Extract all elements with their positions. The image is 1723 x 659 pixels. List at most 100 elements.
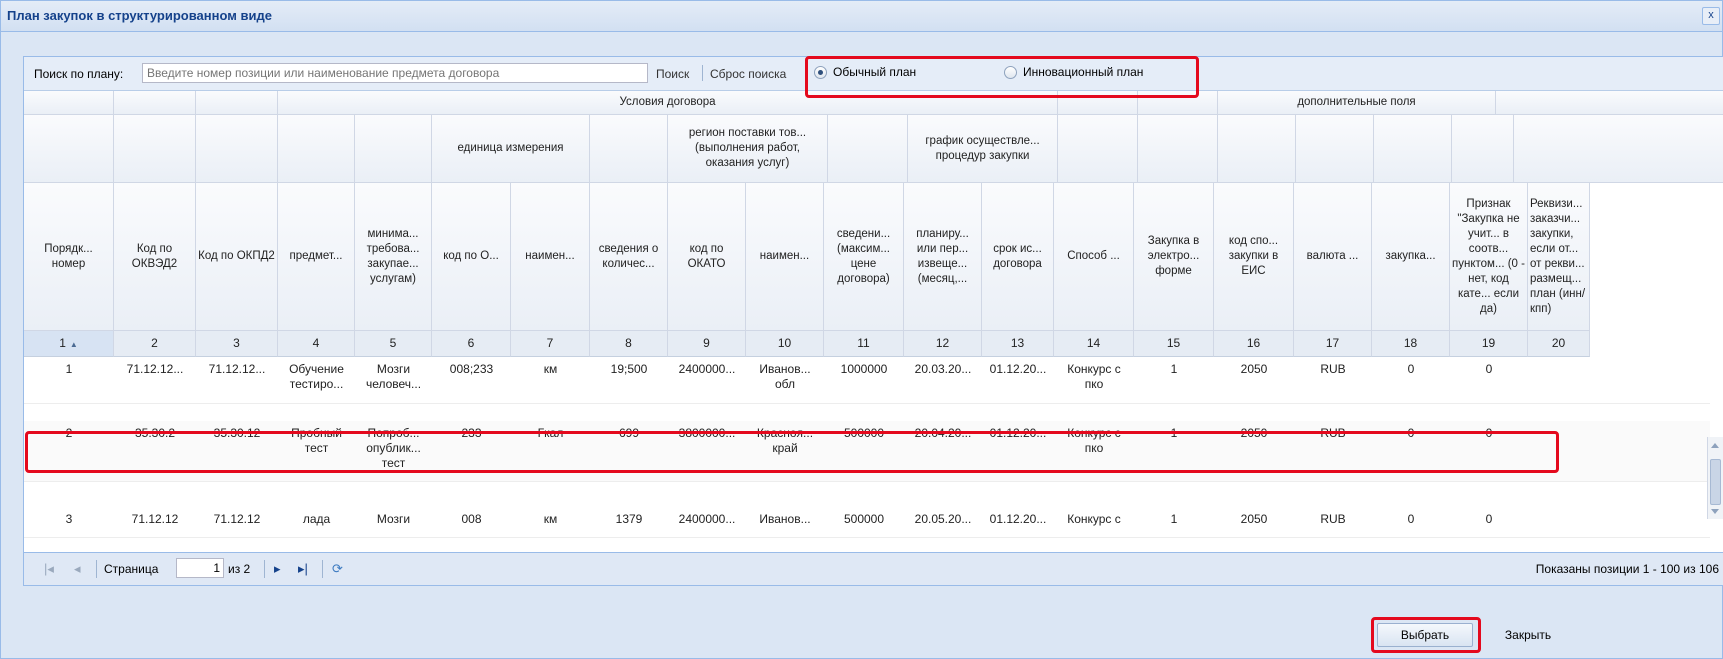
- table-cell: 500000: [843, 512, 885, 526]
- header-subgroup-blank: [1374, 115, 1452, 183]
- dialog-titlebar[interactable]: План закупок в структурированном виде x: [1, 1, 1722, 32]
- row-highlight: [25, 431, 1559, 473]
- column-number: 4: [312, 336, 320, 350]
- close-button[interactable]: Закрыть: [1485, 623, 1571, 647]
- reset-search-button[interactable]: Сброс поиска: [710, 67, 786, 81]
- grid-scrollbar[interactable]: [1707, 437, 1723, 519]
- table-cell: тестиро...: [289, 377, 344, 391]
- column-header[interactable]: Способ ...: [1054, 183, 1134, 331]
- column-header[interactable]: Признак "Закупка не учит... в соотв... п…: [1450, 183, 1528, 331]
- column-number-cell: 6: [432, 331, 511, 357]
- table-cell: 2050: [1240, 512, 1268, 526]
- plan-grid-panel: Поиск по плану: Поиск Сброс поиска Обычн…: [23, 56, 1723, 586]
- column-number: 13: [1010, 336, 1025, 350]
- column-number-cell: 14: [1054, 331, 1134, 357]
- column-header[interactable]: код по О...: [432, 183, 511, 331]
- column-header[interactable]: срок ис... договора: [982, 183, 1054, 331]
- page-number-input[interactable]: [176, 558, 224, 578]
- table-cell: пко: [1084, 377, 1104, 391]
- column-number: 11: [857, 336, 870, 350]
- table-cell: 0: [1407, 512, 1415, 526]
- column-number-cell: 11: [824, 331, 904, 357]
- column-number: 3: [233, 336, 240, 350]
- table-cell: Мозги: [376, 512, 411, 526]
- column-number-cell: 17: [1294, 331, 1372, 357]
- column-header[interactable]: Код по ОКВЭД2: [114, 183, 196, 331]
- table-cell: 01.12.20...: [989, 512, 1047, 526]
- column-header[interactable]: закупка...: [1372, 183, 1450, 331]
- column-number: 14: [1086, 336, 1101, 350]
- table-cell: 3: [65, 512, 73, 526]
- header-subgroup-blank: [590, 115, 668, 183]
- column-header[interactable]: Закупка в электро... форме: [1134, 183, 1214, 331]
- header-subgroup-blank: [1138, 115, 1218, 183]
- column-header[interactable]: код по ОКАТО: [668, 183, 746, 331]
- column-number: 18: [1403, 336, 1418, 350]
- table-cell: 1: [65, 362, 73, 376]
- column-number-cell: 1 ▲: [24, 331, 114, 357]
- column-header[interactable]: наимен...: [511, 183, 590, 331]
- header-group-extra-fields: дополнительные поля: [1218, 91, 1496, 115]
- table-cell: Конкурс с: [1067, 512, 1121, 526]
- search-input[interactable]: [142, 63, 648, 83]
- prev-page-icon[interactable]: ◂: [74, 561, 81, 577]
- header-subgroup-blank: [24, 115, 114, 183]
- column-number: 10: [777, 336, 792, 350]
- column-number-cell: 10: [746, 331, 824, 357]
- table-cell: RUB: [1320, 512, 1346, 526]
- header-subgroup-blank: [1218, 115, 1296, 183]
- close-icon[interactable]: x: [1702, 7, 1720, 25]
- column-header[interactable]: Порядк... номер: [24, 183, 114, 331]
- table-cell: Иванов...: [759, 512, 811, 526]
- table-cell: 1379: [615, 512, 643, 526]
- column-header[interactable]: код спо... закупки в ЕИС: [1214, 183, 1294, 331]
- search-button[interactable]: Поиск: [656, 67, 689, 81]
- refresh-icon[interactable]: ⟳: [332, 561, 343, 577]
- column-header[interactable]: минима... требова... закупае... услугам): [355, 183, 432, 331]
- column-number-cell: 20: [1528, 331, 1590, 357]
- column-header[interactable]: сведения о количес...: [590, 183, 668, 331]
- column-number-cell: 4: [278, 331, 355, 357]
- column-number-cell: 3: [196, 331, 278, 357]
- column-number: 5: [389, 336, 397, 350]
- column-number-cell: 8: [590, 331, 668, 357]
- header-subgroup-blank: [355, 115, 432, 183]
- column-header[interactable]: предмет...: [278, 183, 355, 331]
- table-cell: Мозги: [376, 362, 411, 376]
- column-number: 17: [1325, 336, 1340, 350]
- first-page-icon[interactable]: |◂: [44, 561, 54, 577]
- table-cell: 19;500: [610, 362, 648, 376]
- column-number: 7: [546, 336, 554, 350]
- column-header[interactable]: валюта ...: [1294, 183, 1372, 331]
- column-number-cell: 7: [511, 331, 590, 357]
- table-cell: человеч...: [365, 377, 422, 391]
- table-cell: 71.12.12...: [208, 362, 266, 376]
- column-header[interactable]: наимен...: [746, 183, 824, 331]
- table-cell: 71.12.12: [213, 512, 261, 526]
- column-header[interactable]: планиру... или пер... извеще... (месяц,.…: [904, 183, 982, 331]
- table-cell: км: [543, 512, 558, 526]
- page-count-label: из 2: [228, 562, 251, 576]
- column-header[interactable]: Код по ОКПД2: [196, 183, 278, 331]
- scroll-up-icon[interactable]: [1711, 443, 1719, 448]
- table-cell: 2400000...: [678, 512, 736, 526]
- column-number: 19: [1481, 336, 1496, 350]
- scroll-down-icon[interactable]: [1711, 509, 1719, 514]
- sort-asc-icon[interactable]: ▲: [70, 340, 78, 349]
- column-number: 6: [467, 336, 475, 350]
- column-header[interactable]: сведени... (максим... цене договора): [824, 183, 904, 331]
- column-number-cell: 9: [668, 331, 746, 357]
- last-page-icon[interactable]: ▸|: [298, 561, 308, 577]
- table-cell: 01.12.20...: [989, 362, 1047, 376]
- column-header[interactable]: Реквизи... заказчи... закупки, если от..…: [1528, 183, 1590, 331]
- next-page-icon[interactable]: ▸: [274, 561, 281, 577]
- table-cell: км: [543, 362, 558, 376]
- table-cell: 71.12.12...: [126, 362, 184, 376]
- select-button-highlight: [1371, 617, 1481, 653]
- dialog-window: План закупок в структурированном виде x …: [0, 0, 1723, 659]
- column-number-cell: 16: [1214, 331, 1294, 357]
- column-number: 8: [625, 336, 632, 350]
- scrollbar-thumb[interactable]: [1710, 459, 1721, 505]
- table-cell: Конкурс с: [1067, 362, 1121, 376]
- table-cell: RUB: [1320, 362, 1346, 376]
